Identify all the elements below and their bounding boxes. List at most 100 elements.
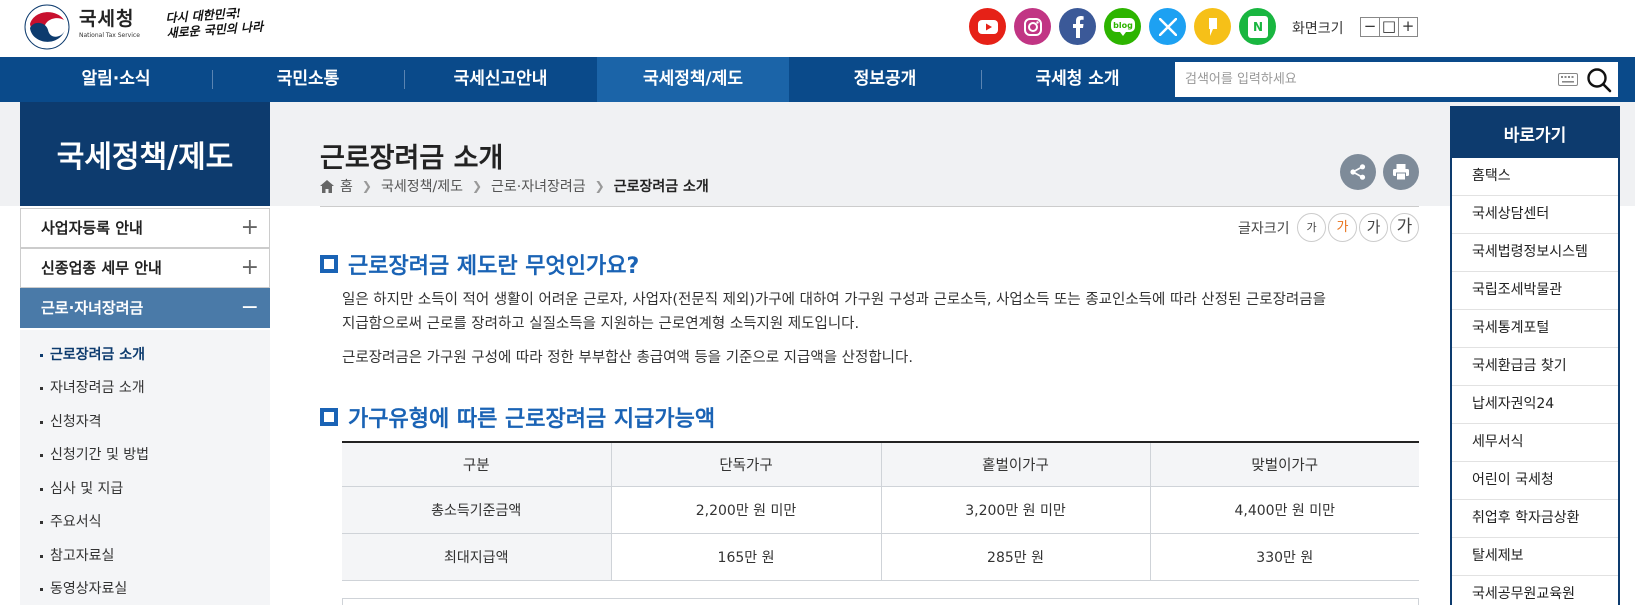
nav-item-tax-filing[interactable]: 국세신고안내 bbox=[404, 57, 597, 102]
section-heading-payable-amount: 가구유형에 따른 근로장려금 지급가능액 bbox=[320, 401, 715, 433]
section-heading-what-is-eitc: 근로장려금 제도란 무엇인가요? bbox=[320, 248, 639, 280]
sidebar-subitem-review-payment[interactable]: 심사 및 지급 bbox=[40, 478, 123, 498]
sidebar-subitem-application[interactable]: 신청기간 및 방법 bbox=[40, 444, 149, 464]
table-header-category: 구분 bbox=[342, 441, 612, 487]
zoom-out-button[interactable]: − bbox=[1360, 17, 1380, 37]
table-cell: 330만 원 bbox=[1149, 532, 1419, 581]
sidebar-item-label: 근로·자녀장려금 bbox=[41, 299, 144, 317]
print-icon bbox=[1393, 164, 1409, 181]
table-header-single-earner: 홑벌이가구 bbox=[880, 441, 1151, 487]
quick-link-statistics-portal[interactable]: 국세통계포털 bbox=[1452, 310, 1618, 348]
title-divider bbox=[320, 206, 1419, 207]
quick-link-tax-forms[interactable]: 세무서식 bbox=[1452, 424, 1618, 462]
x-twitter-icon[interactable] bbox=[1149, 8, 1186, 45]
sidebar-subitem-eligibility[interactable]: 신청자격 bbox=[40, 411, 102, 431]
expand-plus-icon[interactable]: + bbox=[241, 249, 259, 287]
table-row: 최대지급액 165만 원 285만 원 330만 원 bbox=[342, 532, 1419, 581]
sidebar-item-earned-income-credit[interactable]: 근로·자녀장려금 − bbox=[20, 288, 270, 328]
intro-paragraph-line1: 일은 하지만 소득이 적어 생활이 어려운 근로자, 사업자(전문직 제외)가구… bbox=[342, 292, 1326, 308]
facebook-icon[interactable] bbox=[1059, 8, 1096, 45]
table-row: 총소득기준금액 2,200만 원 미만 3,200만 원 미만 4,400만 원… bbox=[342, 485, 1419, 534]
intro-paragraph-line2: 지급함으로써 근로를 장려하고 실질소득을 지원하는 근로연계형 소득지원 제도… bbox=[342, 316, 860, 332]
nav-item-notice[interactable]: 알림·소식 bbox=[20, 57, 212, 102]
search-input[interactable] bbox=[1185, 62, 1565, 97]
font-size-normal-button[interactable]: 가 bbox=[1328, 213, 1357, 242]
sidebar-item-label: 사업자등록 안내 bbox=[41, 219, 143, 237]
sidebar-item-label: 신종업종 세무 안내 bbox=[41, 259, 162, 277]
logo-text[interactable]: 국세청 National Tax Service bbox=[79, 8, 140, 39]
nav-item-disclosure[interactable]: 정보공개 bbox=[789, 57, 981, 102]
quick-link-hometax[interactable]: 홈택스 bbox=[1452, 158, 1618, 196]
quick-link-call-center[interactable]: 국세상담센터 bbox=[1452, 196, 1618, 234]
zoom-in-button[interactable]: + bbox=[1398, 17, 1418, 37]
section-heading-text: 가구유형에 따른 근로장려금 지급가능액 bbox=[348, 407, 716, 432]
font-size-xlarge-button[interactable]: 가 bbox=[1390, 213, 1419, 242]
sidebar-subitem-eitc-intro[interactable]: 근로장려금 소개 bbox=[40, 344, 145, 364]
sidebar-item-business-registration[interactable]: 사업자등록 안내 + bbox=[20, 208, 270, 248]
blog-icon[interactable]: blog bbox=[1104, 8, 1141, 45]
table-header-dual-earner: 맞벌이가구 bbox=[1149, 441, 1419, 487]
font-size-large-button[interactable]: 가 bbox=[1359, 213, 1388, 242]
bullet-icon bbox=[40, 554, 43, 558]
sidebar-subitem-label: 자녀장려금 소개 bbox=[50, 380, 145, 396]
collapse-minus-icon[interactable]: − bbox=[241, 289, 259, 327]
quick-link-taxpayer-rights[interactable]: 납세자권익24 bbox=[1452, 386, 1618, 424]
table-cell: 4,400만 원 미만 bbox=[1149, 485, 1419, 534]
quick-link-tax-law-system[interactable]: 국세법령정보시스템 bbox=[1452, 234, 1618, 272]
breadcrumb-credits[interactable]: 근로·자녀장려금 bbox=[491, 176, 586, 196]
logo-english: National Tax Service bbox=[79, 32, 140, 39]
home-icon[interactable] bbox=[320, 179, 334, 193]
breadcrumb-tax-policy[interactable]: 국세정책/제도 bbox=[381, 176, 463, 196]
naver-post-icon-label: N bbox=[1252, 20, 1262, 34]
bullet-icon bbox=[40, 353, 43, 357]
sidebar-subitem-label: 주요서식 bbox=[50, 514, 102, 530]
search-icon[interactable] bbox=[1586, 67, 1612, 93]
calculation-paragraph: 근로장려금은 가구원 구성에 따라 정한 부부합산 총급여액 등을 기준으로 지… bbox=[342, 350, 913, 366]
naver-post-icon[interactable]: N bbox=[1239, 8, 1276, 45]
sidebar-subitem-label: 동영상자료실 bbox=[50, 581, 128, 597]
nav-item-communication[interactable]: 국민소통 bbox=[212, 57, 404, 102]
kakaostory-icon[interactable] bbox=[1194, 8, 1231, 45]
instagram-icon[interactable] bbox=[1014, 8, 1051, 45]
page-title: 근로장려금 소개 bbox=[320, 143, 504, 174]
breadcrumb-home[interactable]: 홈 bbox=[340, 176, 353, 196]
quick-link-tax-museum[interactable]: 국립조세박물관 bbox=[1452, 272, 1618, 310]
chevron-right-icon: ❯ bbox=[594, 179, 605, 193]
nav-item-tax-policy[interactable]: 국세정책/제도 bbox=[597, 57, 789, 102]
search-box bbox=[1175, 62, 1618, 97]
sidebar-subitem-ctc-intro[interactable]: 자녀장려금 소개 bbox=[40, 377, 145, 397]
sidebar-subitem-forms[interactable]: 주요서식 bbox=[40, 511, 102, 531]
table-header-row: 구분 단독가구 홑벌이가구 맞벌이가구 bbox=[342, 441, 1419, 487]
quick-link-training-institute[interactable]: 국세공무원교육원 bbox=[1452, 576, 1618, 605]
zoom-reset-button[interactable]: □ bbox=[1379, 17, 1399, 37]
sidebar-subitem-label: 심사 및 지급 bbox=[50, 481, 124, 497]
quick-links-panel: 바로가기 홈택스 국세상담센터 국세법령정보시스템 국립조세박물관 국세통계포털… bbox=[1450, 106, 1620, 605]
nav-item-about[interactable]: 국세청 소개 bbox=[981, 57, 1174, 102]
section-heading-text: 근로장려금 제도란 무엇인가요? bbox=[348, 254, 640, 279]
quick-links-title: 바로가기 bbox=[1452, 108, 1618, 158]
share-button[interactable] bbox=[1340, 154, 1376, 190]
quick-link-student-loan[interactable]: 취업후 학자금상환 bbox=[1452, 500, 1618, 538]
keyboard-icon[interactable] bbox=[1558, 73, 1578, 86]
bullet-icon bbox=[40, 487, 43, 491]
font-size-small-button[interactable]: 가 bbox=[1297, 213, 1326, 242]
sidebar-item-new-industry[interactable]: 신종업종 세무 안내 + bbox=[20, 248, 270, 288]
youtube-icon[interactable] bbox=[969, 8, 1006, 45]
quick-link-refund-search[interactable]: 국세환급금 찾기 bbox=[1452, 348, 1618, 386]
blog-icon-label: blog bbox=[1113, 21, 1133, 30]
sidebar-subitem-videos[interactable]: 동영상자료실 bbox=[40, 578, 127, 598]
sidebar-subitem-references[interactable]: 참고자료실 bbox=[40, 545, 114, 565]
share-icon bbox=[1350, 164, 1366, 180]
sidebar-subitem-label: 근로장려금 소개 bbox=[50, 347, 146, 363]
breadcrumb-current: 근로장려금 소개 bbox=[613, 179, 709, 195]
intro-paragraph: 일은 하지만 소득이 적어 생활이 어려운 근로자, 사업자(전문직 제외)가구… bbox=[342, 288, 1422, 336]
next-content-box bbox=[342, 598, 1419, 605]
nts-logo-icon[interactable] bbox=[24, 4, 70, 50]
quick-link-kids-nts[interactable]: 어린이 국세청 bbox=[1452, 462, 1618, 500]
bullet-icon bbox=[40, 587, 43, 591]
top-header: 국세청 National Tax Service 다시 대한민국! 새로운 국민… bbox=[0, 0, 1635, 57]
print-button[interactable] bbox=[1383, 154, 1419, 190]
quick-link-tax-evasion-report[interactable]: 탈세제보 bbox=[1452, 538, 1618, 576]
logo-korean: 국세청 bbox=[79, 8, 135, 30]
expand-plus-icon[interactable]: + bbox=[241, 209, 259, 247]
